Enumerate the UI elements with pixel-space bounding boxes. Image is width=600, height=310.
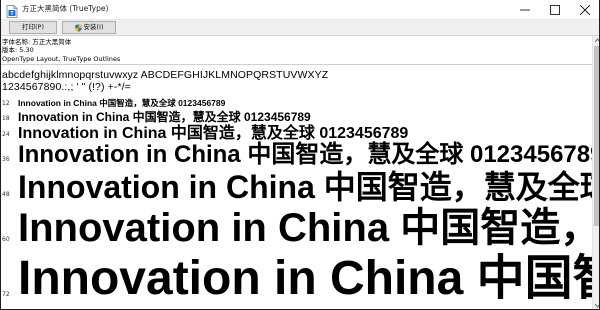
sample-row-36: 36 Innovation in China 中国智造，慧及全球 0123456…	[1, 140, 600, 170]
toolbar: 打印(P) 安装(I)	[1, 20, 599, 36]
font-name-line: 字体名称: 方正大黑简体	[2, 38, 72, 46]
maximize-button[interactable]	[540, 0, 570, 20]
minimize-icon	[520, 9, 530, 11]
charset-symbols: 1234567890.:,; ' " (!?) +-*/=	[2, 81, 131, 93]
size-label: 48	[2, 191, 10, 198]
install-button[interactable]: 安装(I)	[62, 21, 116, 34]
minimize-button[interactable]	[510, 0, 540, 20]
close-button[interactable]	[570, 0, 599, 20]
font-version-line: 版本: 5.30	[2, 46, 34, 54]
font-type-line: OpenType Layout, TrueType Outlines	[2, 55, 121, 63]
vertical-scrollbar[interactable]	[592, 36, 600, 309]
sample-text: Innovation in China 中国智造，慧及全球 0123456789	[18, 169, 600, 205]
sample-row-72: 72 Innovation in China 中国智造，慧及全球 0123456…	[1, 249, 599, 309]
size-label: 60	[2, 236, 10, 243]
font-preview-pane[interactable]: 字体名称: 方正大黑简体 版本: 5.30 OpenType Layout, T…	[1, 36, 600, 309]
shield-icon	[74, 23, 82, 32]
window-title: 方正大黑简体 (TrueType)	[22, 4, 109, 13]
title-bar[interactable]: T 方正大黑简体 (TrueType)	[1, 0, 599, 20]
font-file-icon: T	[6, 3, 18, 18]
svg-text:T: T	[10, 11, 13, 17]
separator	[1, 64, 599, 65]
sample-row-60: 60 Innovation in China 中国智造，慧及全球 0123456…	[1, 203, 600, 253]
size-label: 18	[2, 115, 10, 122]
size-label: 36	[2, 156, 10, 163]
size-label: 24	[2, 131, 10, 138]
font-viewer-window: T 方正大黑简体 (TrueType) 打印(P) 安装(I) 字体名称: 方正…	[0, 0, 600, 310]
scroll-up-icon[interactable]	[594, 37, 600, 44]
scroll-down-icon[interactable]	[594, 302, 600, 309]
maximize-icon	[550, 5, 560, 15]
sample-text: Innovation in China 中国智造，慧及全球 0123456789	[18, 98, 226, 108]
print-button[interactable]: 打印(P)	[9, 21, 57, 34]
size-label: 12	[2, 100, 10, 107]
sample-text: Innovation in China 中国智造，慧及全球 0123456789	[18, 206, 600, 250]
install-button-label: 安装(I)	[83, 23, 104, 31]
scrollbar-thumb[interactable]	[594, 46, 599, 226]
sample-text: Innovation in China 中国智造，慧及全球 0123456789	[18, 141, 600, 168]
close-icon	[580, 5, 590, 15]
charset-letters: abcdefghijklmnopqrstuvwxyz ABCDEFGHIJKLM…	[2, 69, 329, 81]
sample-row-48: 48 Innovation in China 中国智造，慧及全球 0123456…	[1, 167, 600, 207]
sample-text: Innovation in China 中国智造，慧及全球 0123456789	[18, 252, 599, 305]
size-label: 72	[2, 291, 10, 298]
